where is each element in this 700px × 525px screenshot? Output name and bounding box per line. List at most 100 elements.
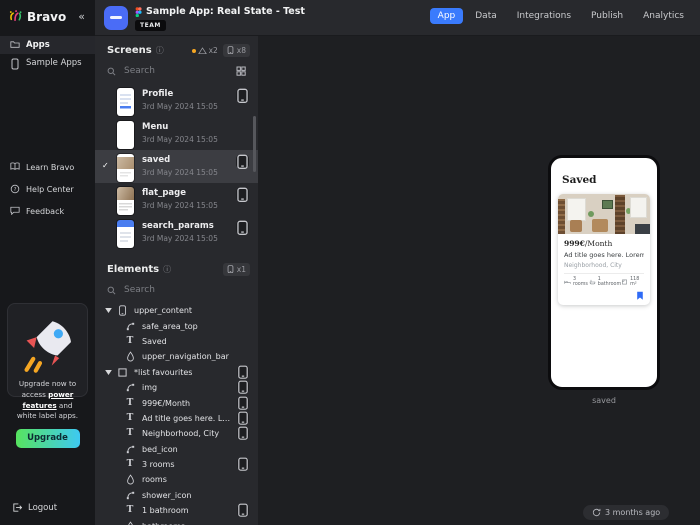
bed-icon bbox=[564, 279, 571, 285]
device-badge-icon[interactable] bbox=[237, 381, 249, 393]
last-sync-status[interactable]: 3 months ago bbox=[583, 505, 669, 520]
device-badge-icon[interactable] bbox=[237, 397, 249, 409]
sidebar-item-apps[interactable]: Apps bbox=[0, 36, 95, 54]
element-tree-row[interactable]: T 999€/Month bbox=[95, 395, 258, 410]
element-tree-row[interactable]: T Saved bbox=[95, 334, 258, 349]
element-tree-row[interactable]: T Ad title goes here. Lor... bbox=[95, 411, 258, 426]
device-badge-icon[interactable] bbox=[237, 366, 249, 378]
device-badge-icon[interactable] bbox=[237, 458, 249, 470]
screen-list-item[interactable]: ✓ Profile 3rd May 2024 15:05 bbox=[95, 84, 258, 117]
screens-scrollbar[interactable] bbox=[253, 116, 256, 172]
card-divider bbox=[564, 273, 644, 274]
sidebar: Bravo « Apps Sample Apps L bbox=[0, 0, 95, 525]
screens-device-count-badge[interactable]: x8 bbox=[223, 44, 250, 57]
screen-list-item[interactable]: ✓ flat_page 3rd May 2024 15:05 bbox=[95, 183, 258, 216]
svg-text:?: ? bbox=[14, 187, 17, 193]
tab-integrations[interactable]: Integrations bbox=[509, 8, 579, 24]
phone-icon bbox=[117, 305, 127, 316]
app-title-row: Sample App: Real State - Test bbox=[135, 6, 305, 17]
canvas[interactable]: Saved 999€/Month Ad title goes here. Lor… bbox=[258, 36, 700, 525]
price-period: /Month bbox=[585, 239, 612, 248]
team-badge: TEAM bbox=[135, 20, 166, 31]
logout-button[interactable]: Logout bbox=[12, 503, 57, 513]
element-tree-row[interactable]: shower_icon bbox=[95, 488, 258, 503]
sidebar-item-sample-apps[interactable]: Sample Apps bbox=[0, 54, 95, 72]
screen-list-item[interactable]: ✓ Menu 3rd May 2024 15:05 bbox=[95, 117, 258, 150]
screen-info: flat_page 3rd May 2024 15:05 bbox=[142, 187, 250, 216]
drop-icon bbox=[125, 351, 135, 362]
screen-date: 3rd May 2024 15:05 bbox=[142, 201, 250, 210]
logout-label: Logout bbox=[28, 503, 57, 513]
phone-screen-name: saved bbox=[548, 396, 660, 405]
element-tree-row[interactable]: img bbox=[95, 380, 258, 395]
device-badge-icon[interactable] bbox=[237, 412, 249, 424]
device-badge-icon[interactable] bbox=[236, 89, 249, 102]
element-tree-row[interactable]: T Neighborhood, City bbox=[95, 426, 258, 441]
text-icon: T bbox=[125, 337, 135, 346]
element-tree-row[interactable]: rooms bbox=[95, 472, 258, 487]
elements-device-count-badge[interactable]: x1 bbox=[223, 263, 250, 276]
element-tree-row[interactable]: bed_icon bbox=[95, 442, 258, 457]
elements-search-row bbox=[107, 282, 246, 298]
element-tree-row[interactable]: T 3 rooms bbox=[95, 457, 258, 472]
upgrade-button[interactable]: Upgrade bbox=[16, 429, 80, 448]
device-badge-icon[interactable] bbox=[237, 428, 249, 440]
screen-date: 3rd May 2024 15:05 bbox=[142, 234, 250, 243]
feature-label: 1 bathroom bbox=[598, 277, 621, 287]
caret-down-icon[interactable] bbox=[105, 308, 117, 313]
device-badge-icon[interactable] bbox=[236, 155, 249, 168]
elements-header: Elements ⓘ x1 bbox=[95, 255, 258, 280]
element-tree-row[interactable]: upper_navigation_bar bbox=[95, 349, 258, 364]
info-icon[interactable]: ⓘ bbox=[156, 45, 164, 56]
device-badge-icon[interactable] bbox=[236, 188, 249, 201]
sidebar-item-help-center[interactable]: ? Help Center bbox=[0, 178, 95, 200]
screens-list: ✓ Profile 3rd May 2024 15:05 ✓ Menu 3rd … bbox=[95, 84, 258, 249]
screen-thumb bbox=[117, 187, 134, 215]
bookmark-icon[interactable] bbox=[636, 291, 644, 300]
collapse-sidebar-icon[interactable]: « bbox=[78, 10, 87, 23]
screen-list-item[interactable]: ✓ search_params 3rd May 2024 15:05 bbox=[95, 216, 258, 249]
element-tree-row[interactable]: upper_content bbox=[95, 303, 258, 318]
element-tree-row[interactable]: T 1 bathroom bbox=[95, 503, 258, 518]
screen-name: saved bbox=[142, 155, 250, 165]
screen-thumb bbox=[117, 220, 134, 248]
screen-thumb bbox=[117, 88, 134, 116]
phone-preview[interactable]: Saved 999€/Month Ad title goes here. Lor… bbox=[548, 155, 660, 390]
sidebar-item-feedback[interactable]: Feedback bbox=[0, 200, 95, 222]
info-icon[interactable]: ⓘ bbox=[163, 264, 171, 275]
card-feature: 3 rooms bbox=[564, 277, 589, 287]
device-count: x8 bbox=[237, 46, 246, 55]
drop-icon bbox=[125, 474, 135, 485]
screen-list-item[interactable]: ✓ saved 3rd May 2024 15:05 bbox=[95, 150, 258, 183]
screens-search-input[interactable] bbox=[122, 65, 236, 77]
bravo-studio-app: Bravo « Apps Sample Apps L bbox=[0, 0, 700, 525]
tab-analytics[interactable]: Analytics bbox=[635, 8, 692, 24]
screen-info: Profile 3rd May 2024 15:05 bbox=[142, 88, 250, 117]
elements-search-input[interactable] bbox=[122, 284, 246, 296]
tab-app[interactable]: App bbox=[430, 8, 464, 24]
device-badge-icon[interactable] bbox=[237, 505, 249, 517]
screen-date: 3rd May 2024 15:05 bbox=[142, 135, 250, 144]
bath-icon bbox=[589, 279, 596, 285]
tab-data[interactable]: Data bbox=[467, 8, 505, 24]
upgrade-text: Upgrade now to access power features and… bbox=[14, 379, 81, 422]
text-icon: T bbox=[125, 460, 135, 469]
caret-down-icon[interactable] bbox=[105, 370, 117, 375]
element-tree-row[interactable]: bathrooms bbox=[95, 518, 258, 525]
grid-view-icon[interactable] bbox=[236, 66, 246, 76]
vector-icon bbox=[125, 490, 135, 501]
card-feature: 118 m² bbox=[621, 277, 644, 287]
element-tree-row[interactable]: *list favourites bbox=[95, 365, 258, 380]
app-icon[interactable] bbox=[104, 6, 128, 30]
screen-name: Profile bbox=[142, 89, 250, 99]
device-icon bbox=[227, 46, 234, 55]
listing-price: 999€/Month bbox=[564, 239, 644, 248]
square-icon bbox=[117, 367, 127, 378]
device-badge-icon[interactable] bbox=[236, 221, 249, 234]
element-tree-row[interactable]: safe_area_top bbox=[95, 318, 258, 333]
sidebar-item-label: Sample Apps bbox=[26, 58, 82, 68]
warnings-badge[interactable]: x2 bbox=[192, 46, 218, 55]
tab-publish[interactable]: Publish bbox=[583, 8, 631, 24]
sidebar-item-learn-bravo[interactable]: Learn Bravo bbox=[0, 156, 95, 178]
brand-row: Bravo « bbox=[0, 0, 95, 24]
